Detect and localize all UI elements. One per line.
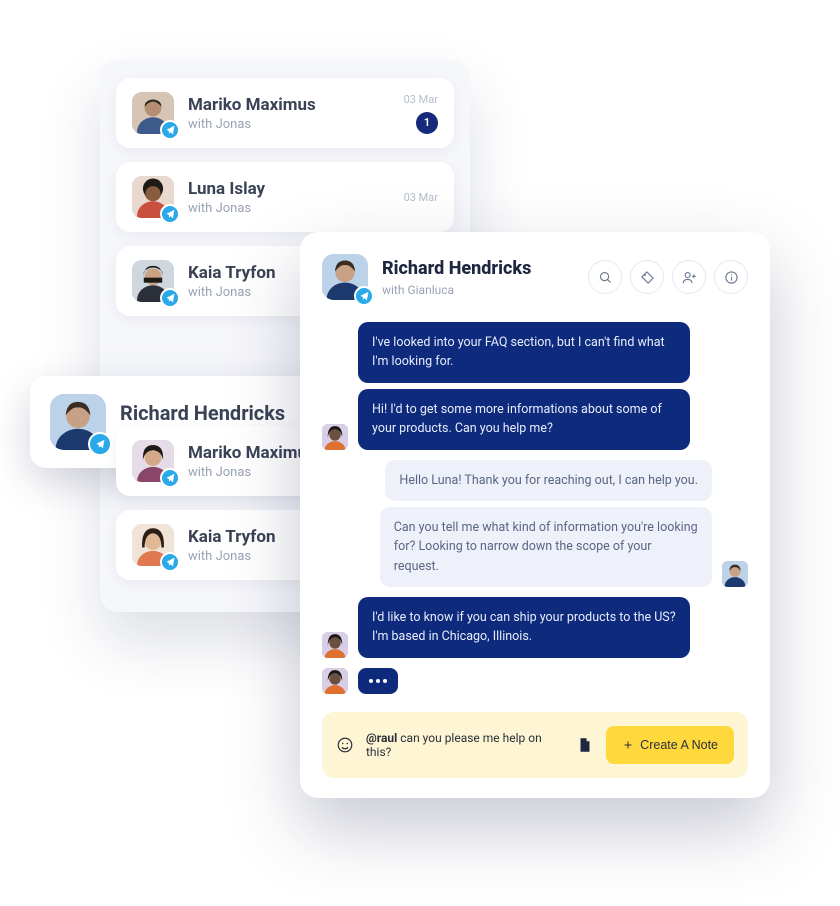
chat-assignee: with Gianluca [382, 283, 531, 297]
note-input[interactable]: @raul can you please me help on this? [366, 731, 564, 759]
telegram-icon [160, 120, 180, 140]
chat-body: I've looked into your FAQ section, but I… [322, 318, 748, 712]
message-avatar-customer [322, 632, 348, 658]
chat-header: Richard Hendricks with Gianluca [322, 254, 748, 318]
search-icon [598, 270, 613, 285]
conversation-date: 03 Mar [404, 191, 438, 204]
conversation-assignee: with Jonas [188, 117, 390, 132]
message-avatar-customer [322, 668, 348, 694]
message-avatar-customer [322, 424, 348, 450]
conversation-item[interactable]: Mariko Maximus with Jonas 03 Mar 1 [116, 78, 454, 148]
conversation-assignee: with Jonas [188, 201, 390, 216]
conversation-name: Mariko Maximus [188, 95, 390, 115]
search-button[interactable] [588, 260, 622, 294]
telegram-icon [354, 286, 374, 306]
document-icon [576, 736, 594, 754]
tag-icon [640, 270, 655, 285]
message-bubble-customer: I've looked into your FAQ section, but I… [358, 322, 690, 383]
message-bubble-customer: Hi! I'd to get some more informations ab… [358, 389, 690, 450]
conversation-date: 03 Mar [404, 93, 438, 106]
create-note-label: Create A Note [640, 738, 718, 752]
unread-badge: 1 [416, 112, 438, 134]
message-bubble-agent: Hello Luna! Thank you for reaching out, … [385, 460, 712, 501]
telegram-icon [160, 552, 180, 572]
telegram-icon [160, 468, 180, 488]
conversation-name: Luna Islay [188, 179, 390, 199]
telegram-icon [88, 432, 112, 456]
emoji-icon [336, 736, 354, 754]
message-bubble-agent: Can you tell me what kind of information… [380, 507, 712, 587]
assign-button[interactable] [672, 260, 706, 294]
attach-button[interactable] [576, 736, 594, 754]
typing-indicator [358, 668, 398, 694]
emoji-button[interactable] [336, 736, 354, 754]
info-icon [724, 270, 739, 285]
note-composer: @raul can you please me help on this? Cr… [322, 712, 748, 778]
telegram-icon [160, 288, 180, 308]
chat-window: Richard Hendricks with Gianluca [300, 232, 770, 798]
mention: @raul [366, 731, 397, 745]
tag-button[interactable] [630, 260, 664, 294]
telegram-icon [160, 204, 180, 224]
info-button[interactable] [714, 260, 748, 294]
message-bubble-customer: I'd like to know if you can ship your pr… [358, 597, 690, 658]
person-add-icon [682, 270, 697, 285]
chat-contact-name: Richard Hendricks [382, 258, 531, 279]
plus-icon [622, 739, 634, 751]
create-note-button[interactable]: Create A Note [606, 726, 734, 764]
message-avatar-agent [722, 561, 748, 587]
conversation-name: Richard Hendricks [120, 401, 310, 425]
conversation-item[interactable]: Luna Islay with Jonas 03 Mar [116, 162, 454, 232]
